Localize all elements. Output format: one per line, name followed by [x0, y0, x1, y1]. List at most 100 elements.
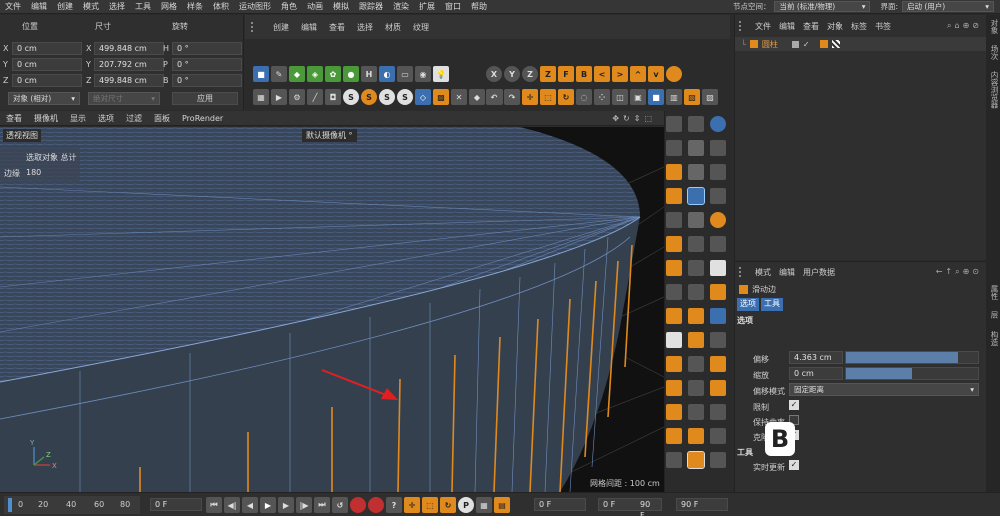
slide-tool-icon[interactable] [687, 187, 705, 205]
menu-select[interactable]: 选择 [104, 1, 130, 12]
side-tab-content-browser[interactable]: 内容浏览器 [989, 71, 1000, 109]
texture-axis-icon[interactable]: ▨ [702, 89, 718, 105]
max-frame-field[interactable]: 90 F [676, 498, 728, 511]
offset-field[interactable]: 4.363 cm [789, 351, 843, 364]
normal-move-icon[interactable] [710, 428, 726, 444]
rotate-icon[interactable]: ↻ [558, 89, 574, 105]
camera-icon[interactable]: ◉ [415, 66, 431, 82]
live-select-icon[interactable]: ◌ [576, 89, 592, 105]
om-menu-file[interactable]: 文件 [755, 21, 771, 32]
deformer-icon[interactable]: H [361, 66, 377, 82]
model-icon[interactable] [688, 116, 704, 132]
offset-mode-select[interactable]: 固定距离 ▾ [789, 383, 979, 396]
current-frame-field[interactable]: 0 F [150, 498, 202, 511]
scale-icon[interactable]: ⬚ [540, 89, 556, 105]
disconnect-icon[interactable] [666, 380, 682, 396]
material-menu-edit[interactable]: 编辑 [295, 22, 323, 33]
edges-mode-icon[interactable]: ◫ [612, 89, 628, 105]
locked-workplane-icon[interactable]: ◆ [469, 89, 485, 105]
texture-mode-icon[interactable]: ▧ [684, 89, 700, 105]
vp-menu-panel[interactable]: 面板 [148, 113, 176, 124]
side-tab-structure[interactable]: 构造 [989, 331, 1000, 346]
split-icon[interactable] [688, 260, 704, 276]
z-axis-lock-icon[interactable]: Z [522, 66, 538, 82]
undo-icon[interactable]: ↶ [486, 89, 502, 105]
menu-file[interactable]: 文件 [0, 1, 26, 12]
keyframe-selection-icon[interactable]: ? [386, 497, 402, 513]
floor-icon[interactable]: ▭ [397, 66, 413, 82]
polygon-pen-icon[interactable] [710, 236, 726, 252]
fill-icon[interactable] [666, 236, 682, 252]
scale-slider[interactable] [845, 367, 979, 380]
om-menu-object[interactable]: 对象 [827, 21, 843, 32]
pen-icon[interactable]: ✎ [271, 66, 287, 82]
interface-select[interactable]: 启动 (用户) ▾ [902, 1, 994, 12]
om-menu-edit[interactable]: 编辑 [779, 21, 795, 32]
subdivision-icon[interactable]: ◆ [289, 66, 305, 82]
prev-key-icon[interactable]: ◀| [224, 497, 240, 513]
go-start-icon[interactable]: ⏮ [206, 497, 222, 513]
realtime-checkbox[interactable]: ✓ [789, 460, 799, 470]
coord-mode-select[interactable]: 对象 (相对) ▾ [8, 92, 80, 105]
key-scale-icon[interactable]: ⬚ [422, 497, 438, 513]
om-menu-bookmarks[interactable]: 书签 [875, 21, 891, 32]
close-hole-icon[interactable] [666, 260, 682, 276]
viewport-3d[interactable]: Y X Z 透视视图 默认摄像机 ° 选取对象 总计 边缘 180 网格间距 :… [0, 127, 664, 492]
render-view-icon[interactable]: ▦ [253, 89, 269, 105]
brush-tool-icon[interactable] [666, 164, 682, 180]
x-axis-lock-icon[interactable]: X [486, 66, 502, 82]
apply-button[interactable]: 应用 [172, 92, 238, 105]
menu-help[interactable]: 帮助 [466, 1, 492, 12]
menu-mode[interactable]: 模式 [78, 1, 104, 12]
align-normals-icon[interactable] [710, 284, 726, 300]
set-point-icon[interactable] [710, 404, 726, 420]
menu-render[interactable]: 渲染 [388, 1, 414, 12]
menu-character[interactable]: 角色 [276, 1, 302, 12]
bridge-icon[interactable] [710, 140, 726, 156]
polygons-mode-icon[interactable]: ▣ [630, 89, 646, 105]
phong-tag-icon[interactable] [819, 40, 828, 48]
move-icon[interactable]: ✛ [522, 89, 538, 105]
split-surface-icon[interactable] [688, 404, 704, 420]
camera-label[interactable]: 默认摄像机 ° [302, 129, 357, 142]
model-mode-icon[interactable]: ◘ [325, 89, 341, 105]
play-icon[interactable]: ▶ [260, 497, 276, 513]
playhead[interactable] [8, 498, 12, 512]
menu-window[interactable]: 窗口 [440, 1, 466, 12]
menu-create[interactable]: 创建 [52, 1, 78, 12]
size-mode-select[interactable]: 绝对尺寸 ▾ [88, 92, 160, 105]
mograph-icon[interactable]: ● [343, 66, 359, 82]
y-axis-lock-icon[interactable]: Y [504, 66, 520, 82]
side-tab-attributes[interactable]: 属性 [989, 285, 1000, 300]
view-left-icon[interactable]: < [594, 66, 610, 82]
points-mode-icon[interactable]: ⁘ [594, 89, 610, 105]
key-pla-icon[interactable]: ▦ [476, 497, 492, 513]
magnet-icon[interactable] [710, 212, 726, 228]
check-icon[interactable]: ✓ [803, 40, 810, 49]
material-menu-material[interactable]: 材质 [379, 22, 407, 33]
reverse-normals-icon[interactable] [710, 380, 726, 396]
subdivide-icon[interactable] [710, 356, 726, 372]
material-menu-select[interactable]: 选择 [351, 22, 379, 33]
side-tab-objects[interactable]: 对象 [989, 19, 1000, 34]
key-position-icon[interactable]: ✛ [404, 497, 420, 513]
loop-icon[interactable]: ↺ [332, 497, 348, 513]
vp-menu-display[interactable]: 显示 [64, 113, 92, 124]
object-row[interactable]: └ 圆柱 ✓ [735, 37, 986, 51]
timeline-ruler[interactable]: 0 20 40 60 80 [4, 496, 140, 514]
spin-edge-icon[interactable] [710, 332, 726, 348]
tab-options[interactable]: 选项 [737, 298, 759, 311]
world-icon[interactable] [666, 66, 682, 82]
weight-icon[interactable] [710, 452, 726, 468]
extrude-tool-icon[interactable] [688, 164, 704, 180]
key-rotation-icon[interactable]: ↻ [440, 497, 456, 513]
view-right-icon[interactable]: > [612, 66, 628, 82]
normal-rotate-icon[interactable] [687, 451, 705, 469]
collapse-icon[interactable] [688, 332, 704, 348]
menu-mograph[interactable]: 运动图形 [234, 1, 276, 12]
menu-tools[interactable]: 工具 [130, 1, 156, 12]
am-menu-mode[interactable]: 模式 [755, 267, 771, 278]
material-menu-view[interactable]: 查看 [323, 22, 351, 33]
smooth-shift-icon[interactable] [688, 428, 704, 444]
pos-x-field[interactable]: 0 cm [12, 42, 82, 55]
